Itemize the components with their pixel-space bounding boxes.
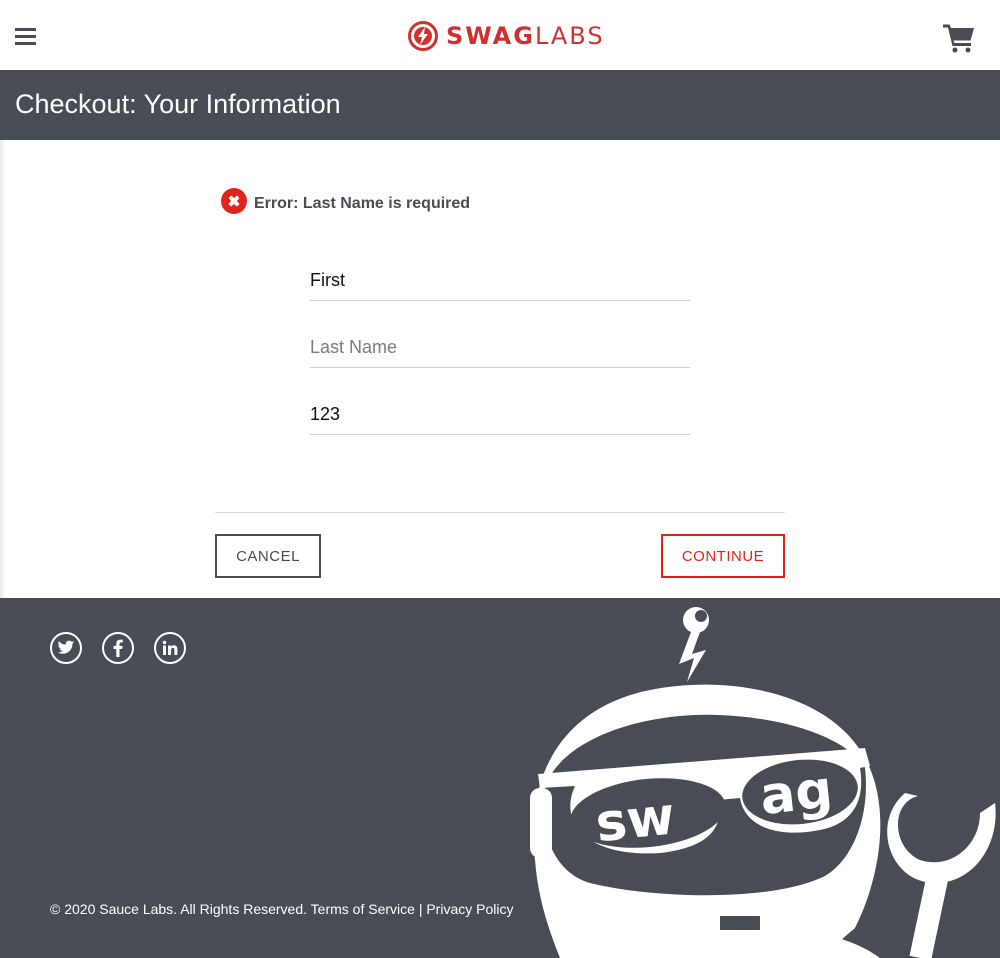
- first-name-input[interactable]: [310, 261, 690, 301]
- twitter-icon[interactable]: [50, 632, 82, 664]
- terms-of-service-link[interactable]: Terms of Service: [311, 901, 415, 917]
- privacy-policy-link[interactable]: Privacy Policy: [426, 901, 513, 917]
- mascot-glasses-right-text: ag: [757, 760, 835, 827]
- app-header: SWAGLABS: [0, 0, 1000, 70]
- page-footer: © 2020 Sauce Labs. All Rights Reserved. …: [0, 598, 1000, 958]
- continue-button[interactable]: CONTINUE: [661, 534, 785, 578]
- footer-copyright: © 2020 Sauce Labs. All Rights Reserved. …: [50, 901, 513, 917]
- form-divider: [215, 512, 785, 513]
- swag-labs-logo-icon: [408, 21, 438, 51]
- content-left-shadow: [0, 140, 6, 598]
- mascot-glasses-left-text: sw: [593, 786, 678, 854]
- page-subheader: Checkout: Your Information: [0, 70, 1000, 140]
- copyright-text: © 2020 Sauce Labs. All Rights Reserved.: [50, 901, 308, 917]
- footer-separator: |: [418, 901, 423, 917]
- postal-code-input[interactable]: [310, 395, 690, 435]
- shopping-cart-icon[interactable]: [943, 23, 975, 53]
- swag-labs-logo: SWAGLABS: [408, 20, 605, 52]
- logo-text: SWAGLABS: [446, 20, 605, 52]
- hamburger-menu-icon[interactable]: [15, 28, 36, 46]
- linkedin-icon[interactable]: [154, 632, 186, 664]
- page-title: Checkout: Your Information: [15, 89, 341, 119]
- last-name-input[interactable]: [310, 328, 690, 368]
- swag-bot-mascot: sw ag: [530, 607, 996, 958]
- logo-text-swag: SWAG: [446, 22, 535, 50]
- error-x-circle-icon[interactable]: [221, 188, 247, 214]
- error-message: Error: Last Name is required: [221, 188, 470, 214]
- logo-text-labs: LABS: [534, 22, 605, 50]
- cancel-button[interactable]: CANCEL: [215, 534, 321, 578]
- facebook-icon[interactable]: [102, 632, 134, 664]
- error-text: Error: Last Name is required: [254, 195, 471, 212]
